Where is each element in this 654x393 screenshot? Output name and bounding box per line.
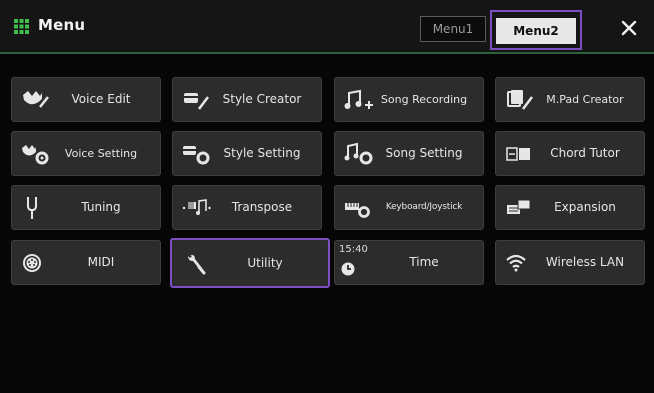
style-setting-icon (183, 146, 210, 165)
tab-menu1[interactable]: Menu1 (420, 16, 486, 42)
transpose-icon (182, 199, 211, 215)
tile-transpose[interactable]: Transpose (172, 185, 322, 230)
style-creator-icon (184, 93, 209, 110)
header-divider (0, 52, 654, 54)
tile-label: Style Setting (223, 146, 301, 160)
tile-label: MIDI (87, 255, 115, 269)
wifi-icon (506, 254, 526, 272)
clock-icon (341, 262, 355, 276)
tile-mpad-creator[interactable]: M.Pad Creator (495, 77, 645, 122)
tile-label: Wireless LAN (545, 255, 625, 269)
tile-expansion[interactable]: Expansion (495, 185, 645, 230)
tab-group: Menu1 Menu2 (420, 10, 582, 50)
tile-chord-tutor[interactable]: Chord Tutor (495, 131, 645, 176)
tile-label: Expansion (554, 200, 616, 214)
close-icon[interactable] (621, 20, 637, 36)
menu-grid-icon (14, 19, 29, 34)
tile-label: Transpose (231, 200, 293, 214)
tile-label: Voice Setting (64, 147, 138, 160)
voice-setting-icon (22, 145, 49, 165)
tile-wireless-lan[interactable]: Wireless LAN (495, 240, 645, 285)
tile-label: Time (409, 255, 439, 269)
tile-label: Song Recording (380, 93, 468, 106)
tile-voice-setting[interactable]: Voice Setting (11, 131, 161, 176)
tile-style-creator[interactable]: Style Creator (172, 77, 322, 122)
tile-label: Tuning (81, 200, 121, 214)
tile-midi[interactable]: MIDI (11, 240, 161, 285)
tile-style-setting[interactable]: Style Setting (172, 131, 322, 176)
tile-label: M.Pad Creator (546, 93, 624, 106)
expansion-icon (507, 199, 531, 214)
clock-time-text: 15:40 (339, 244, 368, 255)
tile-label: Keyboard/Joystick (385, 202, 463, 212)
tile-keyboard-joystick[interactable]: Keyboard/Joystick (334, 185, 484, 230)
tile-label: Chord Tutor (550, 146, 620, 160)
tile-voice-edit[interactable]: Voice Edit (11, 77, 161, 122)
tile-song-setting[interactable]: Song Setting (334, 131, 484, 176)
midi-icon (23, 254, 41, 272)
tile-tuning[interactable]: Tuning (11, 185, 161, 230)
song-setting-icon (344, 142, 373, 165)
tile-time[interactable]: 15:40 Time (334, 240, 484, 285)
tuning-fork-icon (27, 197, 37, 219)
song-recording-icon (344, 89, 373, 109)
page-title: Menu (38, 16, 86, 34)
tile-label: Utility (247, 256, 283, 270)
tile-label: Voice Edit (71, 92, 131, 106)
tile-label: Style Creator (222, 92, 302, 106)
mpad-creator-icon (507, 90, 533, 110)
tile-song-recording[interactable]: Song Recording (334, 77, 484, 122)
tab-menu2[interactable]: Menu2 (490, 10, 582, 50)
chord-tutor-icon (506, 147, 530, 161)
voice-edit-icon (23, 91, 49, 108)
tile-utility[interactable]: Utility (170, 238, 330, 288)
tab-menu2-label: Menu2 (496, 18, 576, 44)
keyboard-joystick-icon (345, 203, 370, 218)
tile-label: Song Setting (385, 146, 463, 160)
title-bar: Menu Menu1 Menu2 (0, 0, 654, 54)
